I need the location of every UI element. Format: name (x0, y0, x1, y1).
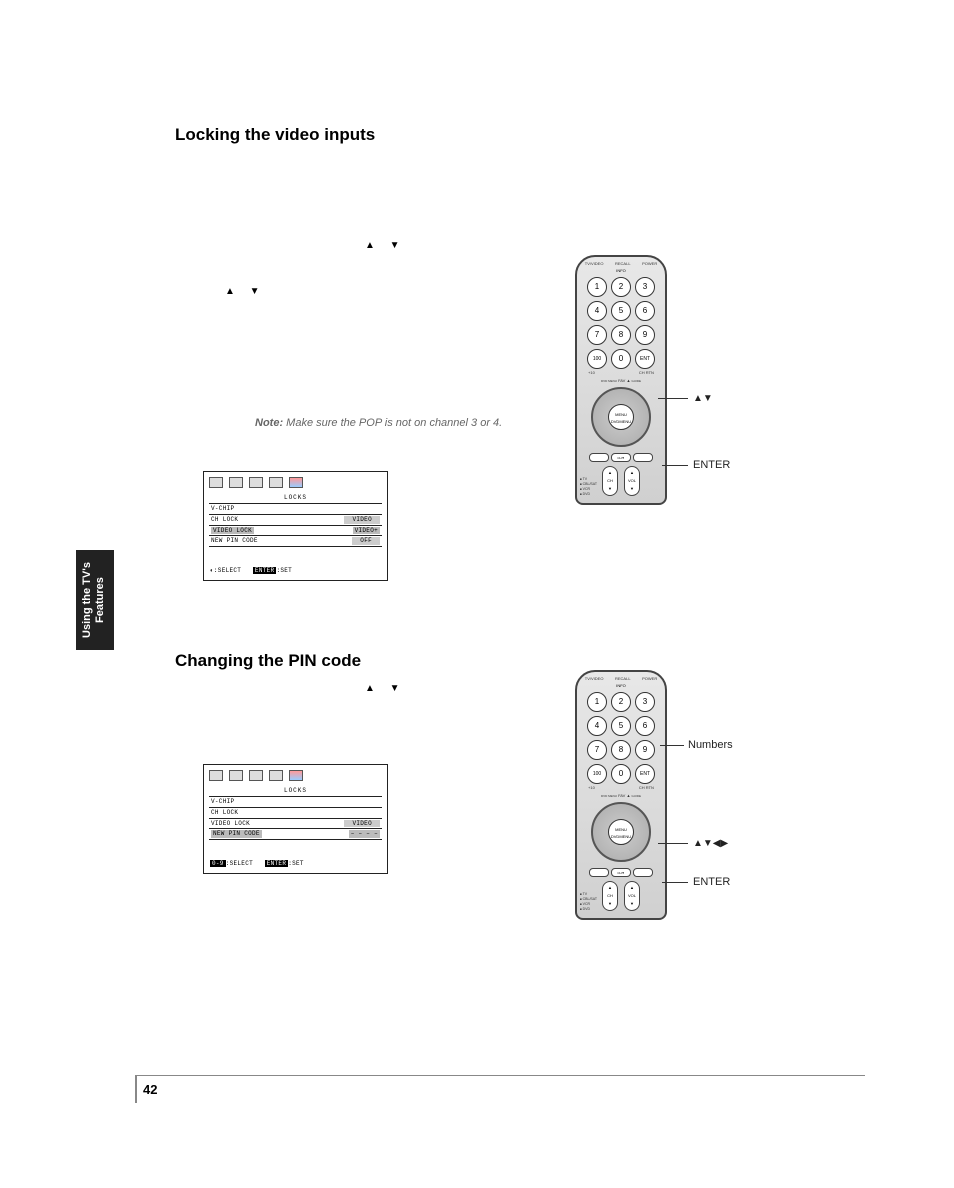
callout-numbers: Numbers (688, 739, 733, 751)
callout-line (658, 843, 688, 844)
remote-label: GUIDE (632, 794, 642, 798)
remote-ch-btn: ▲CH▼ (602, 881, 618, 911)
remote-num-btn: 2 (611, 692, 631, 712)
osd-row: CH LOCK (211, 809, 238, 817)
remote-num-btn: 3 (635, 277, 655, 297)
remote-fav: FAV ▲ (618, 378, 630, 383)
note-text: Make sure the POP is not on channel 3 or… (283, 417, 502, 429)
osd-footer: 0-9:SELECT ENTER:SET (210, 860, 304, 867)
heading-locking: Locking the video inputs (175, 125, 895, 145)
remote-label: POWER (642, 676, 657, 681)
remote-menu-btn: MENUDVDMENU (608, 819, 634, 845)
remote-label: DVD MENU (601, 794, 617, 798)
remote-num-btn: 4 (587, 301, 607, 321)
remote-label: RECALL (615, 261, 631, 266)
remote-long-btn (633, 453, 653, 462)
remote-sublabel: +10 (588, 785, 595, 790)
osd-footer: ◐:SELECT ENTER:SET (210, 567, 292, 574)
callout-enter-1: ENTER (693, 459, 730, 471)
remote-num-btn: 0 (611, 349, 631, 369)
remote-label: DVD MENU (601, 379, 617, 383)
remote-num-btn: 4 (587, 716, 607, 736)
remote-long-btn (633, 868, 653, 877)
callout-line (660, 745, 684, 746)
remote-num-btn: 5 (611, 301, 631, 321)
remote-num-btn: 100 (587, 349, 607, 369)
remote-label: TV/VIDEO (585, 261, 604, 266)
osd-title: LOCKS (209, 494, 382, 501)
heading-pin: Changing the PIN code (175, 651, 895, 671)
callout-enter-2: ENTER (693, 876, 730, 888)
remote-dpad: MENUDVDMENU (591, 802, 651, 862)
remote-num-btn: 6 (635, 301, 655, 321)
osd-row-selected: VIDEO LOCK (211, 527, 254, 535)
remote-label: GUIDE (632, 379, 642, 383)
osd-row: V-CHIP (211, 798, 234, 806)
remote-num-btn: 1 (587, 277, 607, 297)
remote-num-btn: ENT (635, 349, 655, 369)
remote-long-btn (589, 453, 609, 462)
remote-fav: FAV ▲ (618, 793, 630, 798)
remote-numpad: 1 2 3 4 5 6 7 8 9 100 0 ENT (577, 692, 665, 784)
remote-num-btn: 100 (587, 764, 607, 784)
osd-screenshot-1: LOCKS V-CHIP CH LOCKVIDEO VIDEO LOCKVIDE… (203, 471, 388, 581)
remote-long-btn: CH▼ (611, 868, 631, 877)
remote-sublabel: CH RTN (639, 785, 654, 790)
page-content: Locking the video inputs ▲ ▼ ▲ ▼ Note: M… (135, 110, 895, 874)
remote-vol-btn: ▲VOL▼ (624, 881, 640, 911)
osd-title: LOCKS (209, 787, 382, 794)
remote-long-btn (589, 868, 609, 877)
remote-info: INFO (577, 683, 665, 688)
osd-row-selected: NEW PIN CODE (211, 830, 262, 838)
callout-line (658, 398, 688, 399)
remote-dpad: MENUDVDMENU (591, 387, 651, 447)
osd-row: CH LOCK (211, 516, 238, 524)
remote-info: INFO (577, 268, 665, 273)
footer-rule-vert (135, 1075, 137, 1103)
remote-num-btn: 8 (611, 740, 631, 760)
osd-row: VIDEO LOCK (211, 820, 250, 828)
footer-rule (135, 1075, 865, 1076)
triangle-indicator-1: ▲ ▼ (365, 240, 895, 251)
page-number: 42 (143, 1082, 157, 1097)
osd-row: V-CHIP (211, 505, 234, 513)
note-label: Note: (255, 417, 283, 429)
remote-label: RECALL (615, 676, 631, 681)
remote-mode-labels: TV CBL/SAT VCR DVD (580, 892, 597, 912)
remote-sublabel: CH RTN (639, 370, 654, 375)
remote-num-btn: 3 (635, 692, 655, 712)
remote-num-btn: 9 (635, 325, 655, 345)
remote-num-btn: 7 (587, 740, 607, 760)
remote-num-btn: 7 (587, 325, 607, 345)
remote-ch-btn: ▲CH▼ (602, 466, 618, 496)
remote-numpad: 1 2 3 4 5 6 7 8 9 100 0 ENT (577, 277, 665, 369)
triangle-indicator-2: ▲ ▼ (225, 286, 895, 297)
remote-illustration-1: TV/VIDEO RECALL POWER INFO 1 2 3 4 5 6 7… (575, 255, 667, 505)
callout-line (662, 465, 688, 466)
remote-label: TV/VIDEO (585, 676, 604, 681)
remote-menu-btn: MENUDVDMENU (608, 404, 634, 430)
side-tab: Using the TV'sFeatures (76, 550, 114, 650)
remote-illustration-2: TV/VIDEO RECALL POWER INFO 1 2 3 4 5 6 7… (575, 670, 667, 920)
remote-label: POWER (642, 261, 657, 266)
callout-line (662, 882, 688, 883)
remote-num-btn: ENT (635, 764, 655, 784)
callout-arrows-2: ▲▼◀▶ (693, 837, 728, 849)
remote-num-btn: 5 (611, 716, 631, 736)
osd-icon-row (209, 770, 382, 781)
remote-num-btn: 2 (611, 277, 631, 297)
remote-num-btn: 8 (611, 325, 631, 345)
remote-sublabel: +10 (588, 370, 595, 375)
osd-icon-row (209, 477, 382, 488)
osd-screenshot-2: LOCKS V-CHIP CH LOCK VIDEO LOCKVIDEO NEW… (203, 764, 388, 874)
remote-long-btn: CH▼ (611, 453, 631, 462)
remote-num-btn: 9 (635, 740, 655, 760)
callout-arrows-1: ▲▼ (693, 392, 713, 404)
remote-num-btn: 0 (611, 764, 631, 784)
osd-row: NEW PIN CODE (211, 537, 258, 545)
remote-vol-btn: ▲VOL▼ (624, 466, 640, 496)
remote-num-btn: 6 (635, 716, 655, 736)
remote-mode-labels: TV CBL/SAT VCR DVD (580, 477, 597, 497)
remote-num-btn: 1 (587, 692, 607, 712)
